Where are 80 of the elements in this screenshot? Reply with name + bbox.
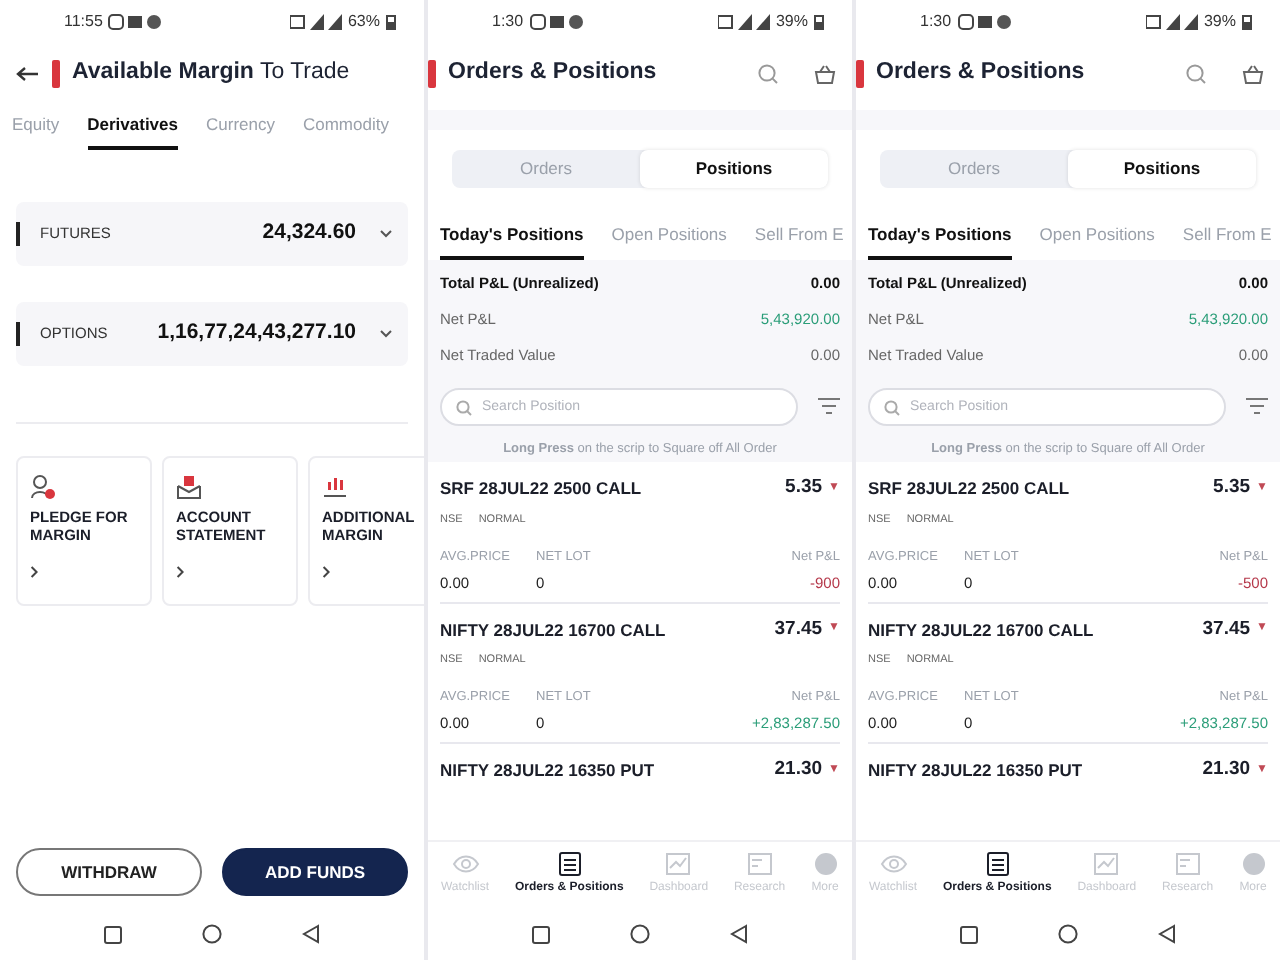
home-button[interactable] — [202, 924, 222, 944]
back-button[interactable] — [302, 924, 320, 944]
battery-icon — [1242, 14, 1252, 30]
recents-button[interactable] — [532, 925, 550, 943]
document-list-icon — [983, 852, 1012, 876]
contract-name[interactable]: NIFTY 28JUL22 16700 CALL — [440, 617, 666, 643]
contract-name[interactable]: NIFTY 28JUL22 16350 PUT — [440, 758, 655, 784]
person-icon — [30, 474, 56, 500]
notification-icons-drawing — [957, 14, 1014, 30]
marker-bar — [16, 222, 20, 246]
eye-icon — [451, 852, 479, 876]
home-button[interactable] — [630, 924, 650, 944]
chevron-right-icon — [322, 565, 330, 578]
last-price: 37.45 — [774, 615, 823, 644]
battery-icon — [386, 14, 396, 30]
accent-bar — [428, 59, 436, 88]
avatar-icon — [1239, 852, 1268, 876]
contract-name[interactable]: SRF 28JUL22 2500 CALL — [868, 476, 1070, 502]
signal-icon — [1145, 14, 1198, 30]
last-price: 37.45 — [1202, 615, 1251, 644]
notification-icons-drawing — [529, 14, 586, 30]
signal-icon — [717, 14, 770, 30]
tab[interactable]: Today's Positions — [440, 216, 584, 260]
search-icon[interactable] — [758, 63, 778, 84]
chart-icon — [1092, 852, 1121, 876]
segment-tab[interactable]: Positions — [1068, 150, 1256, 188]
add-funds-button[interactable]: ADD FUNDS — [222, 848, 408, 896]
battery-percentage: 63% — [347, 10, 380, 34]
chevron-down-icon — [380, 330, 392, 338]
tab[interactable]: Today's Positions — [868, 216, 1012, 260]
chevron-right-icon — [176, 565, 184, 578]
accent-bar — [52, 59, 60, 88]
filter-icon[interactable] — [818, 398, 840, 414]
margin-value: 24,324.60 — [262, 218, 356, 249]
accent-bar — [856, 59, 864, 88]
segment-tab[interactable]: Positions — [640, 150, 828, 188]
recents-button[interactable] — [104, 925, 122, 943]
page-title: Available Margin To Trade — [72, 58, 350, 88]
home-button[interactable] — [1058, 924, 1078, 944]
search-icon[interactable] — [1186, 63, 1206, 84]
envelope-icon — [176, 474, 202, 500]
tab[interactable]: Derivatives — [87, 106, 178, 150]
withdraw-button[interactable]: WITHDRAW — [16, 848, 202, 896]
basket-icon[interactable] — [1242, 63, 1264, 84]
last-price: 21.30 — [774, 756, 823, 785]
chart-hand-icon — [322, 474, 348, 500]
marker-bar — [16, 322, 20, 346]
search-icon — [456, 399, 472, 415]
back-arrow-icon[interactable] — [16, 65, 40, 82]
status-time: 11:55 — [64, 10, 103, 34]
research-icon — [745, 852, 774, 876]
contract-name[interactable]: NIFTY 28JUL22 16350 PUT — [868, 758, 1083, 784]
battery-icon — [814, 14, 824, 30]
battery-percentage: 39% — [1203, 10, 1236, 34]
signal-icon — [289, 14, 342, 30]
last-price: 5.35 — [1213, 474, 1251, 503]
search-icon — [884, 399, 900, 415]
chevron-down-icon — [380, 230, 392, 238]
battery-percentage: 39% — [775, 10, 808, 34]
page-title: Orders & Positions — [448, 58, 657, 88]
margin-value: 1,16,77,24,43,277.10 — [157, 318, 356, 349]
page-title: Orders & Positions — [876, 58, 1085, 88]
document-list-icon — [555, 852, 584, 876]
back-button[interactable] — [730, 924, 748, 944]
avatar-icon — [811, 852, 840, 876]
chart-icon — [664, 852, 693, 876]
contract-name[interactable]: NIFTY 28JUL22 16700 CALL — [868, 617, 1094, 643]
filter-icon[interactable] — [1246, 398, 1268, 414]
chevron-right-icon — [30, 565, 38, 578]
basket-icon[interactable] — [814, 63, 836, 84]
status-time: 1:30 — [920, 10, 952, 34]
notification-icons-drawing — [108, 14, 165, 30]
recents-button[interactable] — [960, 925, 978, 943]
contract-name[interactable]: SRF 28JUL22 2500 CALL — [440, 476, 642, 502]
last-price: 21.30 — [1202, 756, 1251, 785]
eye-icon — [879, 852, 907, 876]
research-icon — [1173, 852, 1202, 876]
status-time: 1:30 — [492, 10, 524, 34]
back-button[interactable] — [1158, 924, 1176, 944]
last-price: 5.35 — [785, 474, 823, 503]
